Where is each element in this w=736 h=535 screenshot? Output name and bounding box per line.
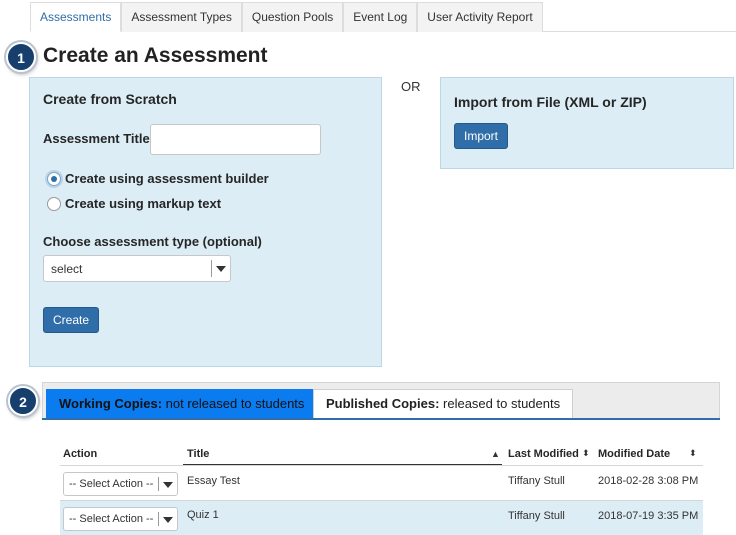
tab-published-copies[interactable]: Published Copies: released to students (313, 389, 574, 419)
working-copies-rest: not released to students (162, 396, 305, 411)
radio-builder-label: Create using assessment builder (65, 171, 269, 186)
row-action-value: -- Select Action -- (69, 513, 154, 525)
radio-markup-text[interactable] (47, 197, 61, 211)
published-copies-bold: Published Copies: (326, 396, 440, 411)
working-copies-bold: Working Copies: (59, 396, 163, 411)
assessment-type-label: Choose assessment type (optional) (43, 234, 262, 249)
row-last-modified: Tiffany Stull (508, 475, 565, 487)
header-action: Action (63, 448, 98, 460)
chevron-down-icon (163, 482, 173, 488)
header-modified-date[interactable]: Modified Date (598, 448, 670, 460)
header-title[interactable]: Title (187, 448, 209, 460)
row-action-select[interactable]: -- Select Action -- (63, 507, 178, 531)
step-one-badge: 1 (6, 42, 36, 72)
tab-assessment-types[interactable]: Assessment Types (121, 2, 242, 32)
or-separator: OR (401, 79, 421, 94)
radio-markup-label: Create using markup text (65, 196, 222, 211)
row-title[interactable]: Quiz 1 (187, 509, 219, 521)
page-title: Create an Assessment (43, 44, 268, 67)
tab-user-activity-report[interactable]: User Activity Report (417, 2, 543, 32)
row-modified-date: 2018-07-19 3:35 PM (598, 510, 699, 522)
import-panel-title: Import from File (XML or ZIP) (454, 94, 647, 110)
header-last-modified[interactable]: Last Modified (508, 448, 579, 460)
sort-icon[interactable]: ⬍ (582, 448, 590, 459)
radio-assessment-builder[interactable] (47, 172, 61, 186)
tab-working-copies[interactable]: Working Copies: not released to students (46, 389, 318, 419)
sort-ascending-icon[interactable]: ▲ (491, 449, 500, 459)
row-title[interactable]: Essay Test (187, 475, 240, 487)
tab-assessments[interactable]: Assessments (30, 2, 122, 32)
assessment-title-input[interactable] (150, 124, 321, 155)
scratch-panel-title: Create from Scratch (43, 91, 177, 107)
assessment-type-value: select (51, 262, 83, 276)
row-action-value: -- Select Action -- (69, 478, 154, 490)
tab-question-pools[interactable]: Question Pools (241, 2, 344, 32)
row-action-select[interactable]: -- Select Action -- (63, 472, 178, 496)
import-button[interactable]: Import (454, 123, 508, 149)
top-tabs: Assessments Assessment Types Question Po… (30, 2, 543, 32)
row-last-modified: Tiffany Stull (508, 510, 565, 522)
published-copies-rest: released to students (439, 396, 561, 411)
assessment-type-select[interactable]: select (43, 255, 231, 282)
chevron-down-icon (216, 266, 226, 272)
chevron-down-icon (163, 517, 173, 523)
step-two-badge: 2 (8, 386, 38, 416)
sort-icon[interactable]: ⬍ (689, 448, 697, 459)
row-modified-date: 2018-02-28 3:08 PM (598, 475, 699, 487)
assessment-title-label: Assessment Title (43, 131, 150, 146)
create-button[interactable]: Create (43, 307, 99, 333)
copies-tab-underline (42, 418, 720, 420)
tab-event-log[interactable]: Event Log (343, 2, 418, 32)
